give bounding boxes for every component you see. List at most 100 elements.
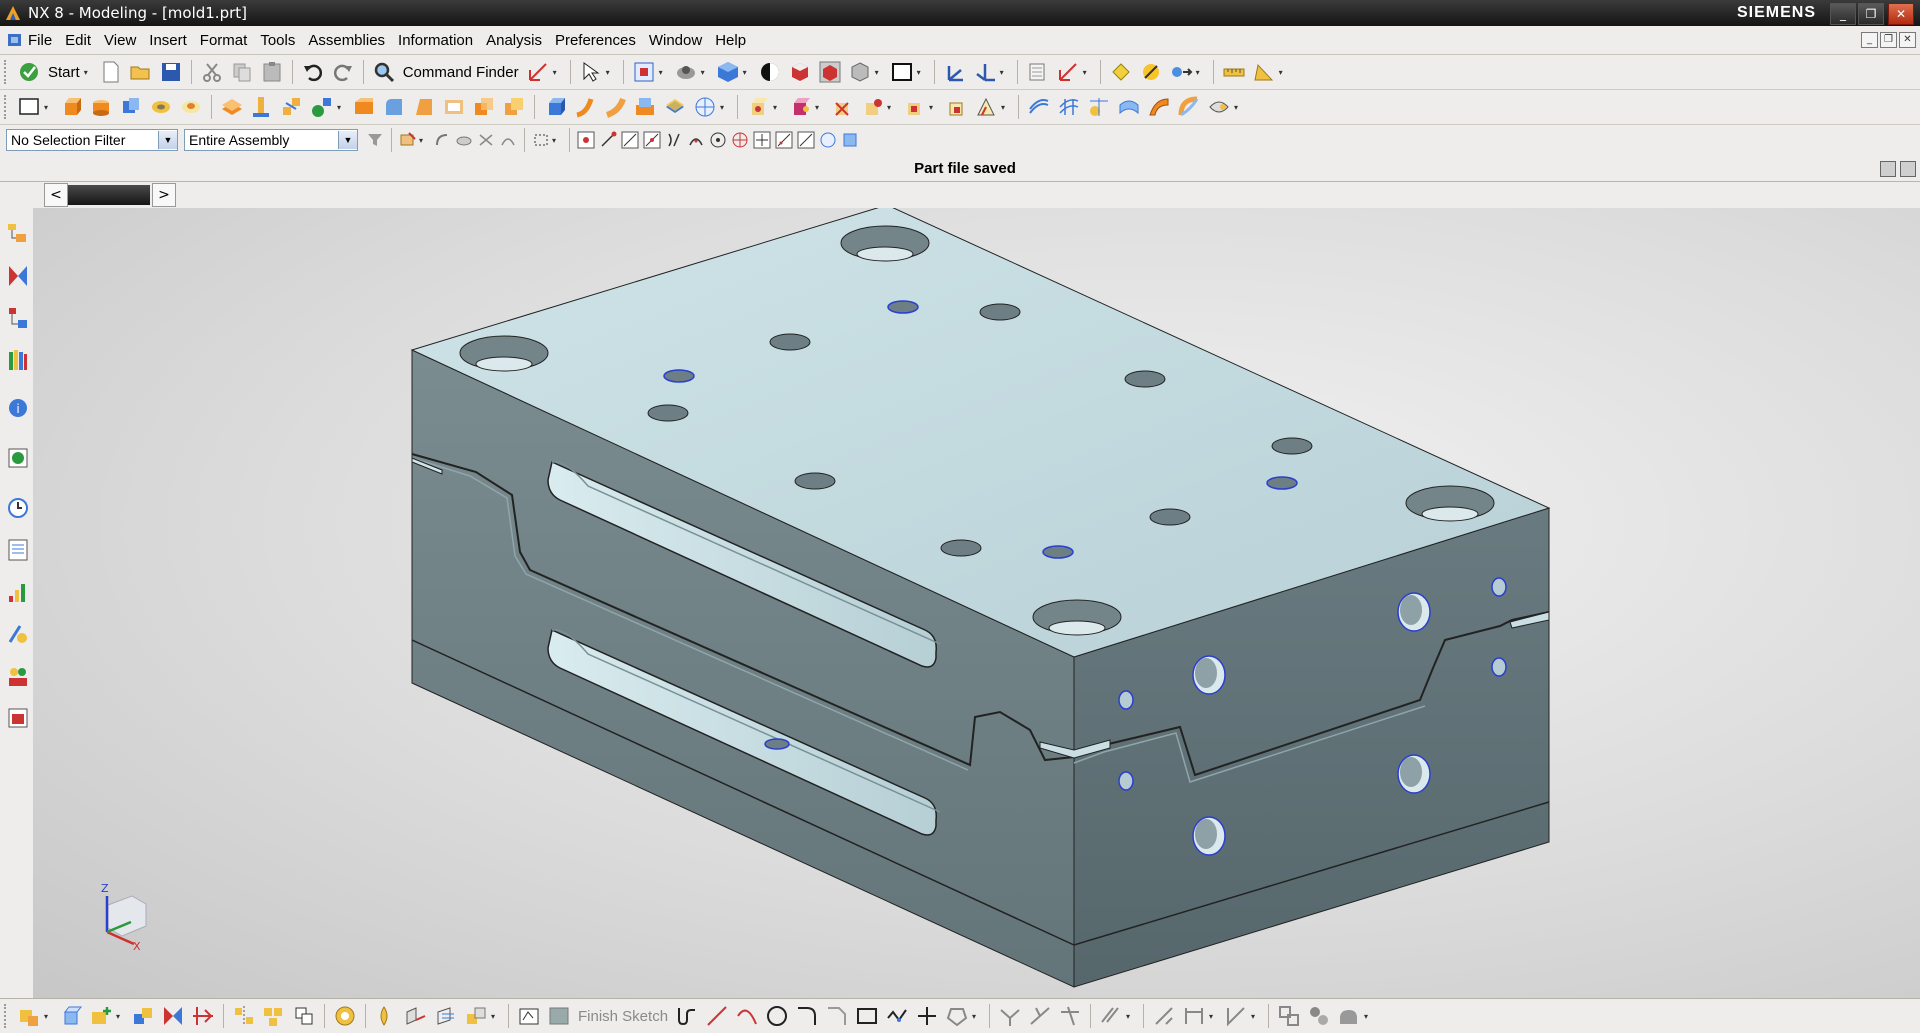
face-rule-icon[interactable] (455, 131, 473, 149)
surface-options-icon[interactable] (1207, 95, 1231, 119)
dropdown-icon[interactable]: ▾ (1364, 1012, 1372, 1021)
menu-file[interactable]: File (28, 32, 52, 49)
chamfer-sketch-icon[interactable] (825, 1004, 849, 1028)
quadrant-point-icon[interactable] (709, 131, 727, 149)
offset-face-icon[interactable] (250, 95, 274, 119)
assembly-load-icon[interactable] (17, 1004, 41, 1028)
sheet-metal-icon[interactable] (404, 1004, 428, 1028)
update-model-icon[interactable] (1337, 1004, 1361, 1028)
hd3d-tools-icon[interactable]: i (6, 394, 30, 422)
front-hole[interactable] (1192, 655, 1226, 695)
sweep-icon[interactable] (573, 95, 597, 119)
dropdown-icon[interactable]: ▾ (606, 68, 614, 77)
graphics-window[interactable]: Z X (33, 208, 1920, 998)
split-body-icon[interactable] (502, 95, 526, 119)
swept-volume-icon[interactable] (603, 95, 627, 119)
hole[interactable] (1271, 437, 1313, 455)
emboss-icon[interactable] (179, 95, 203, 119)
inferred-dimensions-icon[interactable] (1182, 1004, 1206, 1028)
styled-blend-icon[interactable] (1177, 95, 1201, 119)
offset-curve-icon[interactable] (945, 1004, 969, 1028)
curve-rule-icon[interactable] (433, 131, 451, 149)
dropdown-icon[interactable]: ▾ (701, 68, 709, 77)
alternate-solution-icon[interactable] (1277, 1004, 1301, 1028)
selection-scope-combo[interactable]: Entire Assembly ▼ (184, 129, 358, 151)
mid-point-icon[interactable] (621, 131, 639, 149)
new-file-icon[interactable] (99, 60, 123, 84)
dropdown-icon[interactable]: ▾ (44, 1012, 52, 1021)
polygon-icon[interactable] (885, 1004, 909, 1028)
dropdown-icon[interactable]: ▾ (337, 103, 345, 112)
sync-constrain-face-icon[interactable] (974, 95, 998, 119)
dropdown-icon[interactable]: ▾ (815, 103, 823, 112)
dropdown-icon[interactable]: ▾ (1000, 68, 1008, 77)
menu-tools[interactable]: Tools (260, 32, 295, 49)
animate-dimension-icon[interactable] (1307, 1004, 1331, 1028)
front-hole[interactable] (1397, 592, 1431, 632)
copy-icon[interactable] (230, 60, 254, 84)
doc-minimize-button[interactable]: _ (1861, 32, 1878, 48)
redo-icon[interactable] (331, 60, 355, 84)
dropdown-icon[interactable]: ▾ (1251, 1012, 1259, 1021)
web-browser-icon[interactable] (6, 444, 30, 472)
dropdown-icon[interactable]: ▾ (875, 68, 883, 77)
thicken-icon[interactable] (220, 95, 244, 119)
dropdown-icon[interactable]: ▾ (720, 103, 728, 112)
paste-icon[interactable] (260, 60, 284, 84)
menu-assemblies[interactable]: Assemblies (308, 32, 385, 49)
hole[interactable] (979, 303, 1021, 321)
edge-blend-icon[interactable] (382, 95, 406, 119)
menu-analysis[interactable]: Analysis (486, 32, 542, 49)
follow-fillet-icon[interactable] (499, 131, 517, 149)
line-icon[interactable] (705, 1004, 729, 1028)
command-finder-icon[interactable] (372, 60, 396, 84)
sync-pull-face-icon[interactable] (788, 95, 812, 119)
isometric-view-icon[interactable] (788, 60, 812, 84)
hole[interactable] (940, 539, 982, 557)
dropdown-icon[interactable]: ▾ (1279, 68, 1287, 77)
replace-face-icon[interactable] (663, 95, 687, 119)
menu-view[interactable]: View (104, 32, 136, 49)
geometric-constraints-icon[interactable] (1099, 1004, 1123, 1028)
hole[interactable] (887, 300, 919, 314)
close-button[interactable]: ✕ (1888, 3, 1914, 25)
hole[interactable] (794, 472, 836, 490)
studio-surface-icon[interactable] (1117, 95, 1141, 119)
flange-icon[interactable] (434, 1004, 458, 1028)
doc-restore-button[interactable]: ❐ (1880, 32, 1897, 48)
show-hide-icon[interactable] (1139, 60, 1163, 84)
hole[interactable] (769, 333, 811, 351)
hole-icon[interactable] (149, 95, 173, 119)
layer-settings-icon[interactable] (1026, 60, 1050, 84)
menu-preferences[interactable]: Preferences (555, 32, 636, 49)
part-navigator-icon[interactable] (6, 304, 30, 332)
boolean-unite-icon[interactable] (119, 95, 143, 119)
part-icon[interactable] (6, 31, 24, 49)
chevron-down-icon[interactable]: ▼ (158, 131, 177, 149)
transform-icon[interactable] (1169, 60, 1193, 84)
revolve-icon[interactable] (89, 95, 113, 119)
status-window-icon[interactable] (1900, 161, 1916, 177)
snap-point-enable-icon[interactable] (577, 131, 595, 149)
front-small-hole[interactable] (1118, 771, 1134, 791)
history-icon[interactable] (6, 494, 30, 522)
circle-icon[interactable] (765, 1004, 789, 1028)
start-button[interactable]: Start (48, 64, 80, 81)
show-degrees-of-freedom-icon[interactable] (191, 1004, 215, 1028)
show-all-constraints-icon[interactable] (1152, 1004, 1176, 1028)
system-scenes-icon[interactable] (6, 704, 30, 732)
dropdown-icon[interactable]: ▾ (1209, 1012, 1217, 1021)
dropdown-icon[interactable]: ▾ (419, 136, 427, 145)
command-finder-button[interactable]: Command Finder (403, 64, 519, 81)
n-sided-surface-icon[interactable] (1087, 95, 1111, 119)
general-selection-filter-icon[interactable] (366, 131, 384, 149)
chamfer-icon[interactable] (352, 95, 376, 119)
rotate-view-icon[interactable] (674, 60, 698, 84)
sync-resize-icon[interactable] (944, 95, 968, 119)
wave-geometry-linker-icon[interactable] (333, 1004, 357, 1028)
wcs-orient-icon[interactable] (973, 60, 997, 84)
hole[interactable] (1124, 370, 1166, 388)
reuse-library-icon[interactable] (6, 346, 30, 374)
menu-window[interactable]: Window (649, 32, 702, 49)
front-hole[interactable] (1397, 754, 1431, 794)
